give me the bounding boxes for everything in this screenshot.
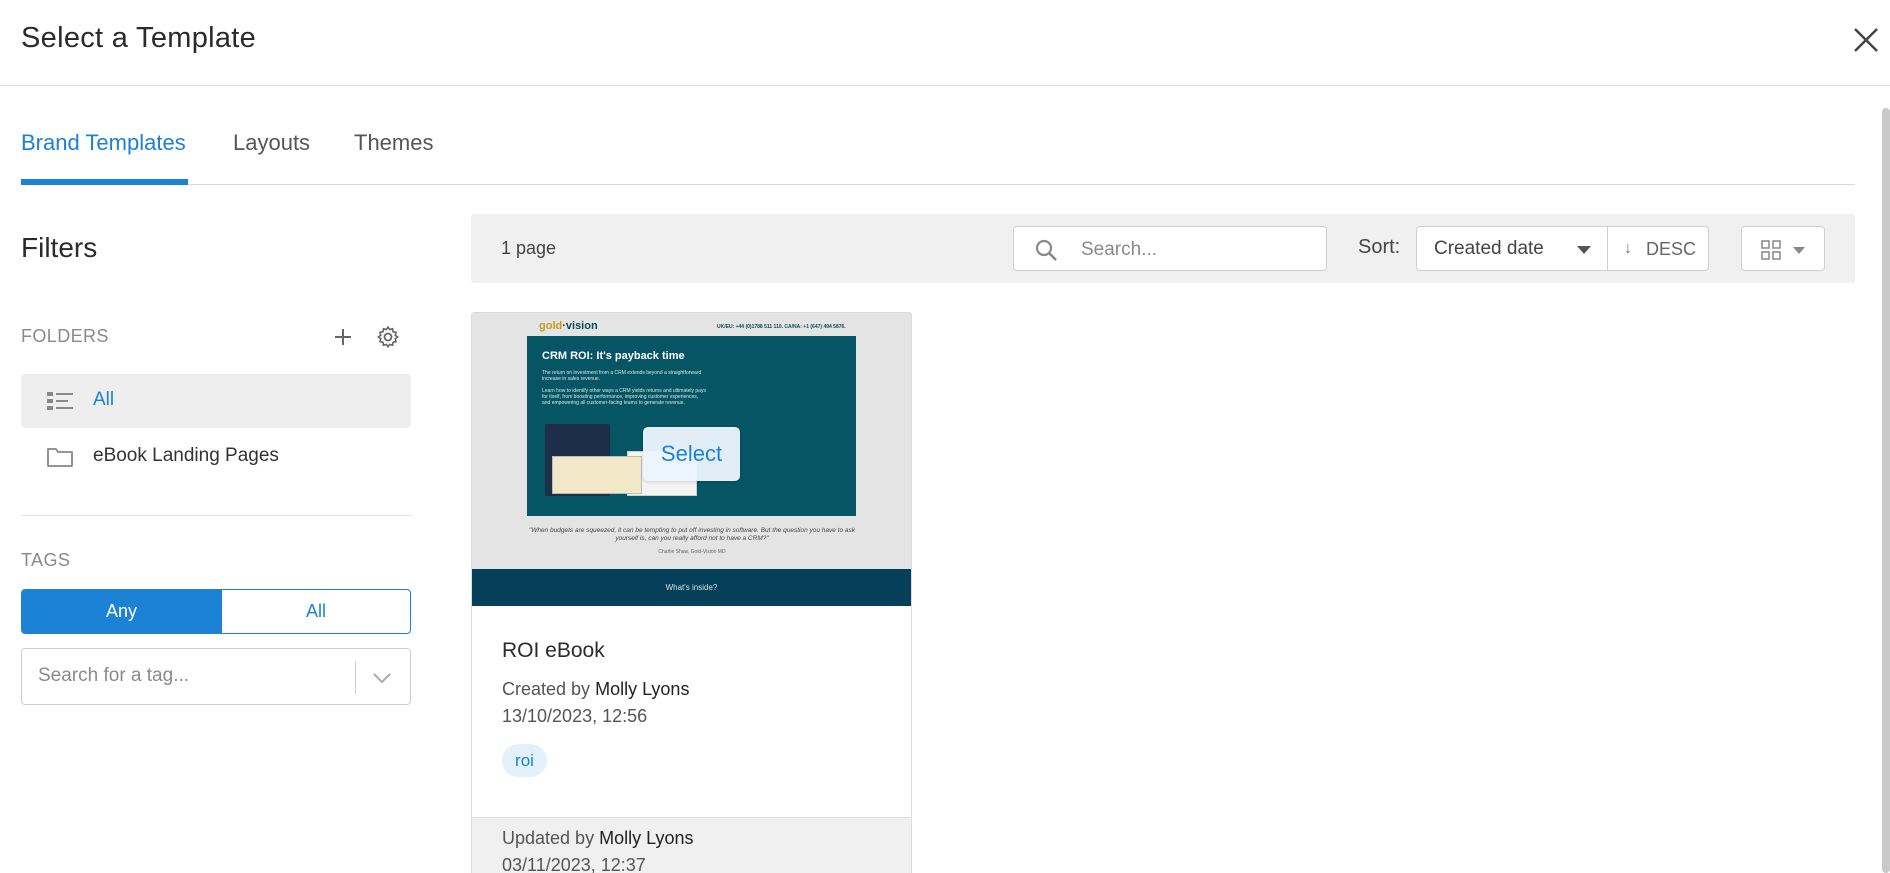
thumbnail-paragraph: The return on investment from a CRM exte… [542, 370, 702, 382]
template-name: ROI eBook [502, 639, 605, 662]
scrollbar[interactable] [1882, 108, 1890, 873]
list-icon [47, 392, 73, 410]
folders-label: FOLDERS [21, 326, 109, 346]
search-icon [1035, 239, 1057, 261]
thumbnail-logo: gold·vision [539, 320, 598, 332]
thumbnail-band-text: What's inside? [665, 583, 718, 592]
thumbnail-quote: "When budgets are squeezed, it can be te… [528, 527, 856, 542]
divider [21, 515, 413, 516]
search-placeholder: Search... [1081, 239, 1158, 260]
updated-by: Updated by Molly Lyons [502, 828, 694, 848]
caret-down-icon [1793, 247, 1805, 254]
chevron-down-icon[interactable] [370, 667, 394, 689]
divider [355, 661, 356, 694]
tab-themes[interactable]: Themes [354, 130, 433, 156]
grid-icon [1761, 240, 1781, 260]
tag-match-toggle: Any All [21, 589, 411, 634]
results-toolbar: 1 page Search... Sort: Created date ↓ DE… [471, 214, 1855, 283]
sort-field-select[interactable]: Created date [1416, 226, 1608, 271]
modal-header: Select a Template [0, 0, 1890, 86]
search-input[interactable]: Search... [1013, 226, 1327, 271]
tag-match-all-button[interactable]: All [221, 590, 410, 633]
add-folder-button[interactable] [330, 324, 356, 350]
filters-title: Filters [21, 232, 98, 263]
thumbnail-contact: UK/EU: +44 (0)1788 511 110. CA/NA: +1 (6… [717, 324, 846, 330]
thumbnail-paragraph: Learn how to identify other ways a CRM y… [542, 388, 706, 406]
folder-settings-button[interactable] [375, 324, 401, 350]
tag-search-input[interactable]: Search for a tag... [21, 648, 411, 705]
thumbnail-hero: CRM ROI: It's payback time The return on… [527, 336, 856, 516]
close-button[interactable] [1850, 24, 1882, 56]
close-icon [1854, 28, 1878, 52]
view-mode-button[interactable] [1741, 226, 1825, 271]
sort-direction-label: DESC [1646, 239, 1697, 259]
thumbnail-ebook-mockup [552, 456, 642, 494]
template-thumbnail[interactable]: gold·vision UK/EU: +44 (0)1788 511 110. … [472, 313, 911, 606]
tag-match-any-button[interactable]: Any [22, 590, 221, 633]
thumbnail-attribution: Charlie Shaw, Gold-Vision MD [658, 549, 726, 555]
tab-layouts[interactable]: Layouts [233, 130, 310, 156]
tag-search-placeholder: Search for a tag... [38, 665, 190, 686]
gear-icon [377, 326, 399, 348]
created-date: 13/10/2023, 12:56 [502, 706, 648, 726]
folder-item-ebook-landing-pages[interactable]: eBook Landing Pages [21, 430, 411, 484]
sort-field-value: Created date [1434, 238, 1544, 259]
tab-bar: Brand Templates Layouts Themes [21, 120, 1855, 185]
tag-badge[interactable]: roi [502, 744, 547, 777]
tags-label: TAGS [21, 550, 71, 570]
active-tab-indicator [21, 179, 188, 185]
created-by: Created by Molly Lyons [502, 679, 690, 699]
caret-down-icon [1577, 246, 1591, 254]
thumbnail-band: What's inside? [472, 569, 911, 606]
card-footer: Updated by Molly Lyons 03/11/2023, 12:37 [472, 817, 911, 873]
folder-label: All [93, 389, 115, 410]
folder-label: eBook Landing Pages [93, 445, 279, 466]
updated-by-user: Molly Lyons [599, 828, 694, 848]
modal-title: Select a Template [21, 22, 257, 54]
folder-item-all[interactable]: All [21, 374, 411, 428]
arrow-down-icon: ↓ [1624, 240, 1632, 257]
folder-icon [47, 448, 73, 467]
thumbnail-headline: CRM ROI: It's payback time [542, 350, 685, 362]
template-card[interactable]: gold·vision UK/EU: +44 (0)1788 511 110. … [471, 312, 912, 873]
page-count: 1 page [501, 238, 557, 258]
created-by-user: Molly Lyons [595, 679, 690, 699]
sort-label: Sort: [1358, 236, 1401, 258]
sort-direction-button[interactable]: ↓ DESC [1607, 226, 1709, 271]
plus-icon [335, 329, 351, 345]
tab-brand-templates[interactable]: Brand Templates [21, 130, 186, 156]
select-template-button[interactable]: Select [643, 427, 740, 481]
updated-date: 03/11/2023, 12:37 [502, 855, 646, 873]
